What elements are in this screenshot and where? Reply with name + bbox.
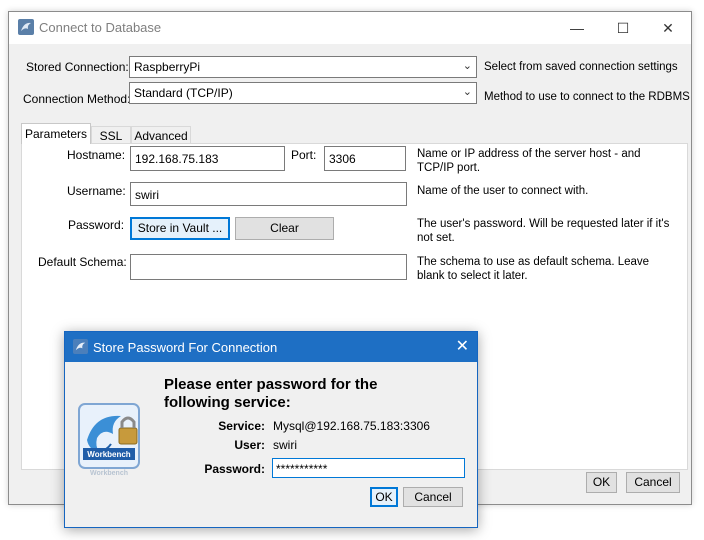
connection-method-select[interactable]: Standard (TCP/IP) ⌄ [129,82,477,104]
connection-method-label: Connection Method: [23,92,131,106]
svg-text:Workbench: Workbench [87,450,131,459]
close-button[interactable]: ✕ [645,12,691,44]
ok-button[interactable]: OK [586,472,617,493]
hostname-description: Name or IP address of the server host - … [417,147,641,175]
default-schema-description-line: blank to select it later. [417,270,528,282]
default-schema-field[interactable] [130,254,407,280]
username-field[interactable]: swiri [130,182,407,206]
password-description-line: not set. [417,232,455,244]
tab-parameters[interactable]: Parameters [21,123,91,144]
username-label: Username: [67,184,126,198]
connection-method-value: Standard (TCP/IP) [134,86,233,100]
cancel-button[interactable]: Cancel [626,472,680,493]
service-value: Mysql@192.168.75.183:3306 [273,419,430,433]
dialog-prompt: Please enter password for the following … [164,376,444,412]
dialog-titlebar[interactable]: Store Password For Connection ✕ [65,332,477,362]
service-label: Service: [218,419,265,433]
hostname-label: Hostname: [67,148,126,162]
dialog-password-field[interactable]: *********** [272,458,465,478]
window-titlebar[interactable]: Connect to Database — ☐ ✕ [9,12,691,44]
stored-connection-label: Stored Connection: [26,60,129,74]
password-description-line: The user's password. Will be requested l… [417,218,670,230]
chevron-down-icon: ⌄ [462,86,472,98]
port-label: Port: [291,148,317,162]
stored-connection-description: Select from saved connection settings [484,61,678,73]
user-label: User: [234,438,265,452]
dialog-password-value: *********** [276,462,328,476]
dialog-prompt-line: following service: [164,394,291,411]
clear-password-button[interactable]: Clear [235,217,334,240]
dialog-prompt-line: Please enter password for the [164,376,378,393]
dialog-ok-button[interactable]: OK [370,487,398,507]
dolphin-lock-icon: Workbench Workbench [77,400,143,480]
dialog-title: Store Password For Connection [93,340,278,355]
default-schema-description: The schema to use as default schema. Lea… [417,255,649,283]
stored-connection-value: RaspberryPi [134,60,201,74]
workbench-app-icon [73,339,88,354]
default-schema-label: Default Schema: [38,255,127,269]
hostname-field[interactable]: 192.168.75.183 [130,146,285,171]
port-field[interactable]: 3306 [324,146,406,171]
password-description: The user's password. Will be requested l… [417,217,669,245]
store-password-dialog: Store Password For Connection ✕ Workbenc… [64,331,478,528]
connection-method-description: Method to use to connect to the RDBMS [484,91,690,103]
svg-text:Workbench: Workbench [90,470,128,477]
chevron-down-icon: ⌄ [462,60,472,72]
maximize-button[interactable]: ☐ [600,12,646,44]
hostname-value: 192.168.75.183 [135,152,219,166]
tab-advanced[interactable]: Advanced [131,126,191,144]
store-in-vault-button[interactable]: Store in Vault ... [130,217,230,240]
user-value: swiri [273,438,297,452]
window-title: Connect to Database [39,20,162,35]
username-value: swiri [135,188,159,202]
tab-ssl[interactable]: SSL [91,126,131,144]
password-label: Password: [68,218,125,232]
minimize-button[interactable]: — [554,12,600,44]
dialog-password-label: Password: [204,462,265,476]
dialog-close-button[interactable]: ✕ [456,336,469,356]
dialog-cancel-button[interactable]: Cancel [403,487,463,507]
port-value: 3306 [329,152,356,166]
default-schema-description-line: The schema to use as default schema. Lea… [417,256,650,268]
stored-connection-select[interactable]: RaspberryPi ⌄ [129,56,477,78]
workbench-app-icon [18,19,34,35]
hostname-description-line: Name or IP address of the server host - … [417,148,641,160]
hostname-description-line: TCP/IP port. [417,162,481,174]
username-description: Name of the user to connect with. [417,185,589,197]
